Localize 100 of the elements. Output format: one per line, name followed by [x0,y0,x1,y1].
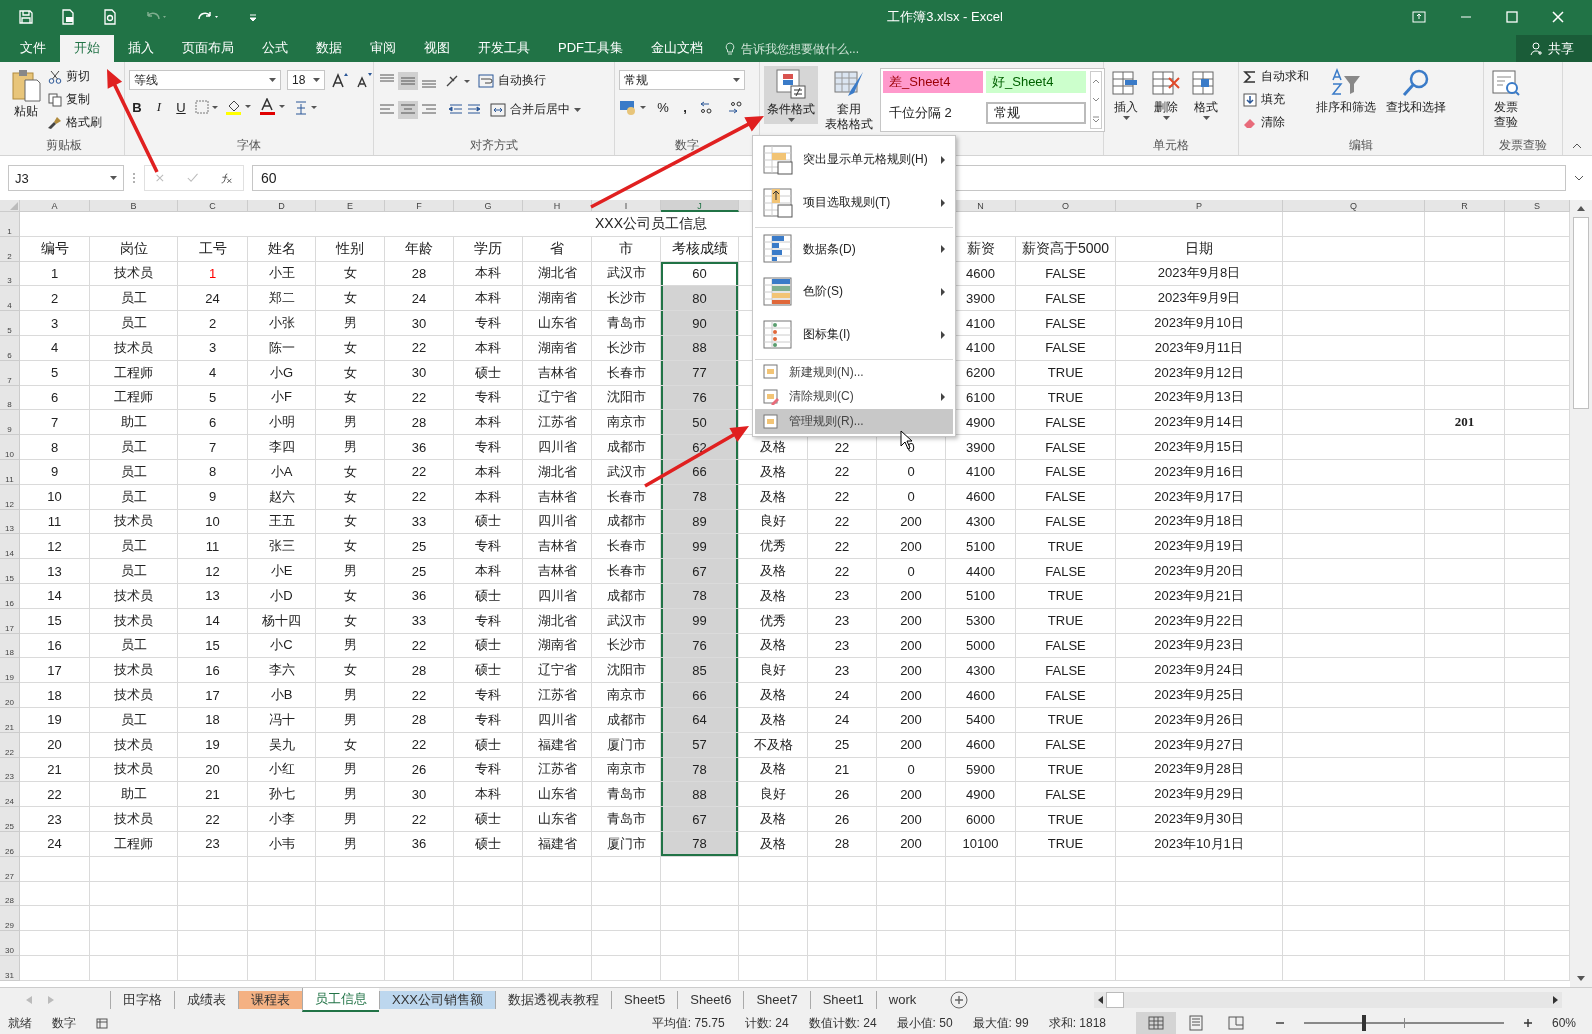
cell-style-option[interactable]: 好_Sheet4 [986,71,1086,93]
row-header[interactable]: 29 [0,906,20,932]
row-header[interactable]: 1 [0,212,20,237]
normal-view-icon[interactable] [1136,1012,1176,1034]
column-header[interactable]: O [1016,200,1116,212]
sheet-tab[interactable]: Sheet6 [677,991,744,1009]
horizontal-scrollbar[interactable] [1094,992,1562,1008]
sheet-tab[interactable]: Sheet7 [743,991,810,1009]
clear-button[interactable]: 清除 [1243,112,1309,133]
ribbon-display-icon[interactable] [1412,10,1426,23]
zoom-slider-thumb[interactable] [1362,1015,1366,1031]
collapse-ribbon-icon[interactable] [1572,143,1582,149]
conditional-formatting-button[interactable]: 条件格式 [764,66,818,125]
sheet-tab[interactable]: 课程表 [238,991,302,1009]
increase-font-size-icon[interactable] [331,72,349,88]
menu-item[interactable]: 数据条(D) [755,227,953,270]
underline-button[interactable]: U [173,99,189,115]
cut-button[interactable]: 剪切 [48,66,102,87]
row-header[interactable]: 15 [0,559,20,584]
vertical-scrollbar[interactable] [1570,200,1592,987]
ribbon-tab[interactable]: 文件 [6,35,60,62]
column-header[interactable]: E [316,200,385,212]
bold-button[interactable]: B [129,99,145,115]
menu-item[interactable]: 管理规则(R)... [755,409,953,434]
comma-button[interactable]: , [677,99,693,115]
sheet-tab[interactable]: Sheet5 [611,991,678,1009]
ribbon-tab[interactable]: 开发工具 [464,35,544,62]
zoom-out-icon[interactable] [1276,1019,1284,1027]
document-icon[interactable] [60,8,76,25]
close-icon[interactable] [1552,10,1564,23]
row-header[interactable]: 14 [0,534,20,560]
sheet-tab[interactable]: 数据透视表教程 [495,991,611,1009]
cell-style-option[interactable]: 差_Sheet4 [883,71,983,93]
scroll-down-icon[interactable] [1577,976,1585,981]
sheet-tab[interactable]: XXX公司销售额 [379,991,495,1009]
column-header[interactable]: R [1425,200,1505,212]
column-header[interactable]: Q [1283,200,1425,212]
column-header[interactable]: B [90,200,178,212]
row-header[interactable]: 8 [0,385,20,411]
invoice-check-button[interactable]: 发票 查验 [1488,66,1524,132]
ribbon-tab[interactable]: 开始 [60,35,114,62]
row-header[interactable]: 16 [0,583,20,609]
sort-filter-button[interactable]: 排序和筛选 [1313,66,1379,117]
cells-button[interactable]: 格式 [1188,66,1224,123]
cells-button[interactable]: 删除 [1148,66,1184,123]
font-color-icon[interactable] [259,98,287,116]
row-header[interactable]: 22 [0,732,20,758]
column-header[interactable]: G [454,200,523,212]
column-header[interactable]: C [178,200,248,212]
percent-button[interactable]: % [655,99,671,115]
sheet-tab[interactable]: Sheet1 [809,991,876,1009]
ribbon-tab[interactable]: 数据 [302,35,356,62]
row-header[interactable]: 21 [0,707,20,733]
row-header[interactable]: 20 [0,683,20,708]
row-header[interactable]: 26 [0,831,20,857]
row-header[interactable]: 10 [0,435,20,460]
row-header[interactable]: 27 [0,856,20,882]
ribbon-tab[interactable]: 页面布局 [168,35,248,62]
function-icon[interactable] [220,171,233,185]
column-header[interactable]: P [1116,200,1283,212]
align-top-icon[interactable] [378,71,438,90]
row-header[interactable]: 4 [0,286,20,312]
ribbon-tab[interactable]: 视图 [410,35,464,62]
format-painter-button[interactable]: 格式刷 [48,112,102,133]
row-header[interactable]: 13 [0,509,20,535]
font-name-field[interactable]: 等线 [129,70,281,90]
maximize-icon[interactable] [1506,10,1518,23]
row-header[interactable]: 12 [0,484,20,510]
sheet-tab[interactable]: work [875,991,929,1009]
fill-button[interactable]: 填充 [1243,89,1309,110]
row-header[interactable]: 25 [0,807,20,832]
phonetic-guide-icon[interactable] [293,98,319,116]
gallery-scroll-icon[interactable] [1090,71,1102,129]
sheet-tab[interactable]: 员工信息 [302,988,379,1012]
row-header[interactable]: 23 [0,757,20,783]
menu-item[interactable]: 新建规则(N)... [755,359,953,384]
ribbon-tab[interactable]: 金山文档 [637,35,717,62]
copy-button[interactable]: 复制 [48,89,102,110]
autosum-button[interactable]: 自动求和 [1243,66,1309,87]
scroll-thumb[interactable] [1106,992,1124,1008]
paste-button[interactable]: 粘贴 [8,66,44,121]
row-header[interactable]: 31 [0,955,20,981]
row-header[interactable]: 5 [0,311,20,336]
add-sheet-icon[interactable] [950,991,969,1009]
row-header[interactable]: 3 [0,261,20,287]
ribbon-tab[interactable]: PDF工具集 [544,35,637,62]
number-format-field[interactable]: 常规 [619,70,745,90]
row-header[interactable]: 18 [0,633,20,659]
row-header[interactable]: 28 [0,881,20,907]
row-header[interactable]: 6 [0,336,20,361]
column-header[interactable]: F [385,200,454,212]
cell-style-option[interactable]: 千位分隔 2 [883,101,983,124]
ribbon-tab[interactable]: 公式 [248,35,302,62]
macro-record-icon[interactable] [96,1017,108,1029]
scroll-left-icon[interactable] [1098,996,1103,1004]
column-header[interactable]: I [592,200,661,212]
scroll-thumb[interactable] [1573,217,1589,409]
row-header[interactable]: 24 [0,782,20,808]
column-header[interactable]: A [20,200,90,212]
column-header[interactable]: J [661,200,739,212]
